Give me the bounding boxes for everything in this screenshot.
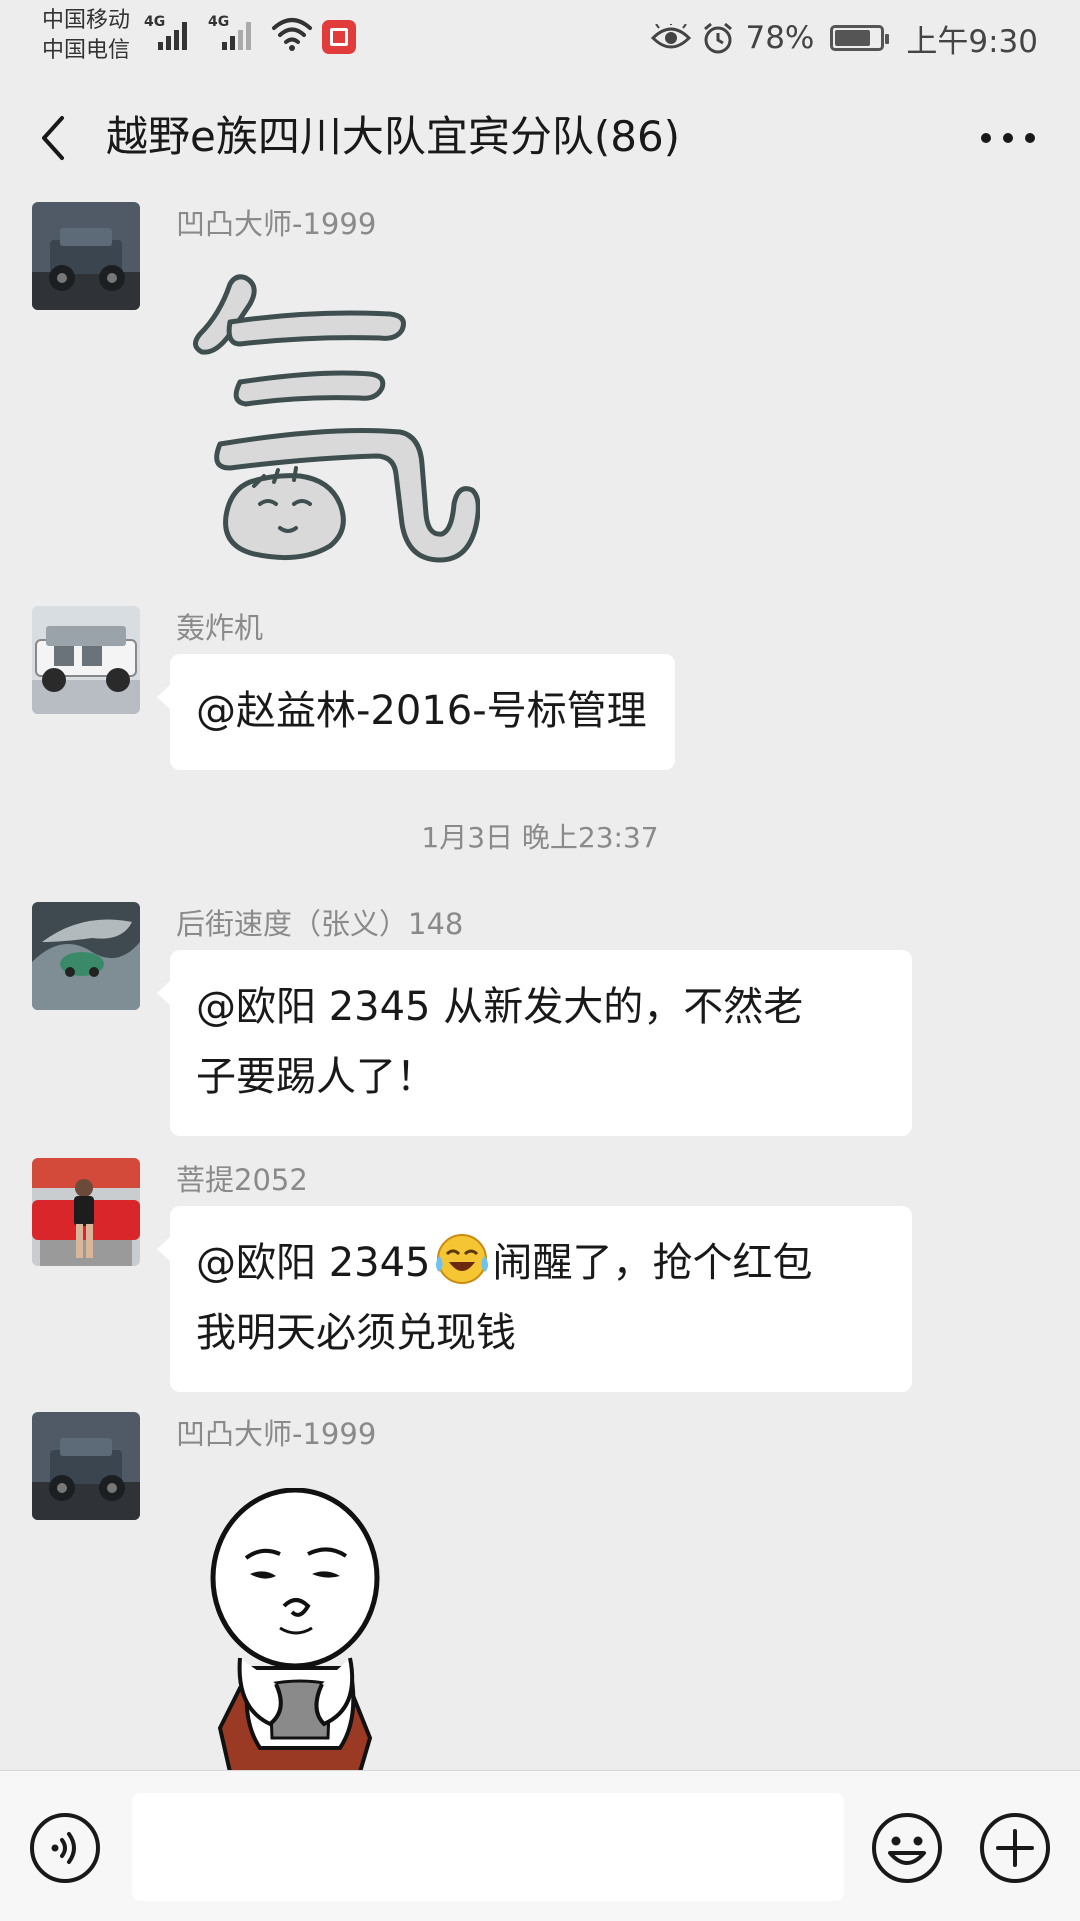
laughing-crying-emoji [435, 1234, 488, 1284]
message-bubble[interactable]: @欧阳 2345 从新发大的，不然老 子要踢人了！ [157, 950, 912, 1136]
avatar[interactable] [32, 1158, 140, 1266]
message-bubble[interactable]: @赵益林-2016-号标管理 [157, 654, 675, 770]
message-text-mention: @欧阳 2345 [196, 1240, 431, 1286]
message-text-rest: 闹醒了，抢个红包 [492, 1240, 813, 1286]
message-text: @赵益林-2016-号标管理 [196, 688, 647, 734]
qi-character-sticker[interactable] [190, 254, 480, 564]
wifi-icon [272, 18, 312, 51]
more-options-icon[interactable] [976, 124, 1040, 152]
app-notification-icon [322, 20, 356, 54]
meme-face-sticker[interactable] [200, 1488, 400, 1772]
battery-icon [830, 25, 890, 51]
sender-name: 轰炸机 [176, 611, 264, 645]
status-right: 78% 上午9:30 [651, 16, 1038, 60]
sender-name: 后街速度（张义）148 [176, 907, 464, 941]
more-functions-icon[interactable] [978, 1811, 1052, 1885]
message-item: 菩提2052 @欧阳 2345 闹醒了，抢个红包 我明天必须兑现钱 [0, 1158, 1080, 1392]
message-item: 轰炸机 @赵益林-2016-号标管理 [0, 606, 1080, 770]
emoji-icon[interactable] [870, 1811, 944, 1885]
message-text-line-2: 我明天必须兑现钱 [196, 1310, 516, 1356]
carrier-2: 中国电信 [42, 38, 131, 63]
sender-name: 凹凸大师-1999 [176, 207, 377, 241]
chat-input-bar [0, 1770, 1080, 1921]
message-item: 凹凸大师-1999 [0, 1412, 1080, 1772]
status-bar: 中国移动 中国电信 4G 4G 78% 上午9:30 [0, 0, 1080, 80]
message-text-line-1: @欧阳 2345 闹醒了，抢个红包 [196, 1228, 884, 1298]
message-input[interactable] [132, 1793, 844, 1901]
avatar[interactable] [32, 606, 140, 714]
message-item: 后街速度（张义）148 @欧阳 2345 从新发大的，不然老 子要踢人了！ [0, 902, 1080, 1136]
signal-icon-1: 4G [144, 14, 200, 50]
message-bubble[interactable]: @欧阳 2345 闹醒了，抢个红包 我明天必须兑现钱 [157, 1206, 912, 1392]
message-text-line-2: 子要踢人了！ [196, 1054, 436, 1100]
signal-icon-2: 4G [208, 14, 264, 50]
message-text-line-1: @欧阳 2345 从新发大的，不然老 [196, 984, 804, 1030]
eye-comfort-icon [651, 24, 692, 49]
carrier-labels: 中国移动 中国电信 [42, 6, 130, 66]
alarm-icon [704, 22, 733, 54]
message-item: 凹凸大师-1999 [0, 202, 1080, 572]
clock: 上午9:30 [906, 23, 1038, 60]
avatar[interactable] [32, 902, 140, 1010]
carrier-1: 中国移动 [42, 8, 131, 33]
battery-percent: 78% [745, 20, 815, 56]
chat-timestamp: 1月3日 晚上23:37 [421, 821, 659, 854]
chat-title: 越野e族四川大队宜宾分队(86) [106, 112, 681, 161]
voice-input-icon[interactable] [28, 1811, 102, 1885]
avatar[interactable] [32, 1412, 140, 1520]
avatar[interactable] [32, 202, 140, 310]
back-arrow-icon[interactable] [34, 114, 74, 162]
sender-name: 菩提2052 [176, 1163, 308, 1197]
chat-header: 越野e族四川大队宜宾分队(86) [0, 80, 1080, 196]
sender-name: 凹凸大师-1999 [176, 1417, 377, 1451]
